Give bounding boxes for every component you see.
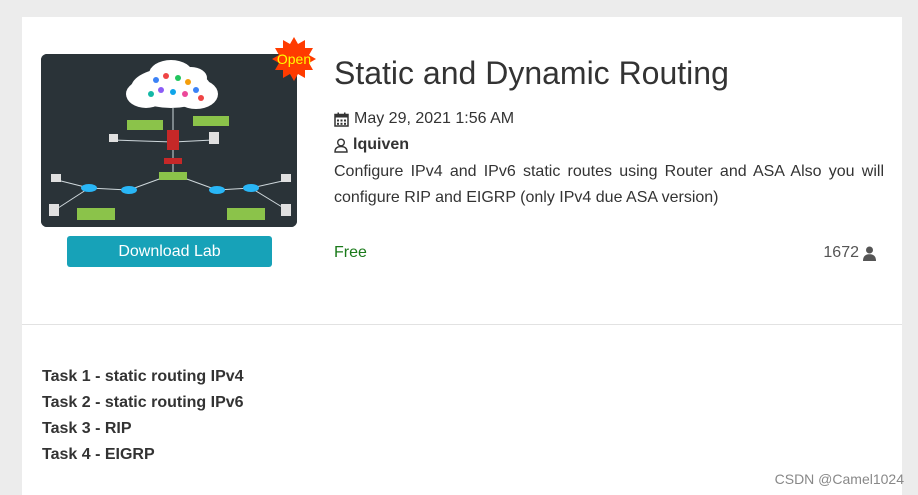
download-count: 1672 [823, 244, 876, 262]
lab-author-name: lquiven [353, 136, 410, 153]
user-icon [334, 138, 348, 153]
task-item: Task 3 - RIP [42, 420, 132, 437]
calendar-icon [334, 112, 349, 127]
user-solid-icon [863, 246, 876, 261]
lab-author[interactable]: lquiven [334, 136, 409, 154]
open-badge: Open [272, 37, 316, 81]
watermark: CSDN @Camel1024 [774, 471, 904, 487]
lab-price: Free [334, 244, 367, 261]
lab-card: Open Download Lab Static and Dynamic Rou… [22, 17, 902, 495]
download-lab-button[interactable]: Download Lab [67, 236, 272, 267]
section-divider [22, 324, 902, 325]
lab-date-text: May 29, 2021 1:56 AM [354, 110, 515, 127]
lab-title[interactable]: Static and Dynamic Routing [334, 55, 729, 92]
open-badge-label: Open [276, 51, 312, 67]
lab-description: Configure IPv4 and IPv6 static routes us… [334, 163, 884, 206]
lab-date: May 29, 2021 1:56 AM [334, 110, 514, 128]
task-item: Task 4 - EIGRP [42, 446, 155, 463]
download-count-value: 1672 [823, 244, 859, 261]
task-list: Task 1 - static routing IPv4 Task 2 - st… [42, 367, 244, 471]
task-item: Task 1 - static routing IPv4 [42, 368, 244, 385]
topology-diagram-image [41, 54, 297, 227]
task-item: Task 2 - static routing IPv6 [42, 394, 244, 411]
lab-topology-thumbnail[interactable] [41, 54, 297, 227]
